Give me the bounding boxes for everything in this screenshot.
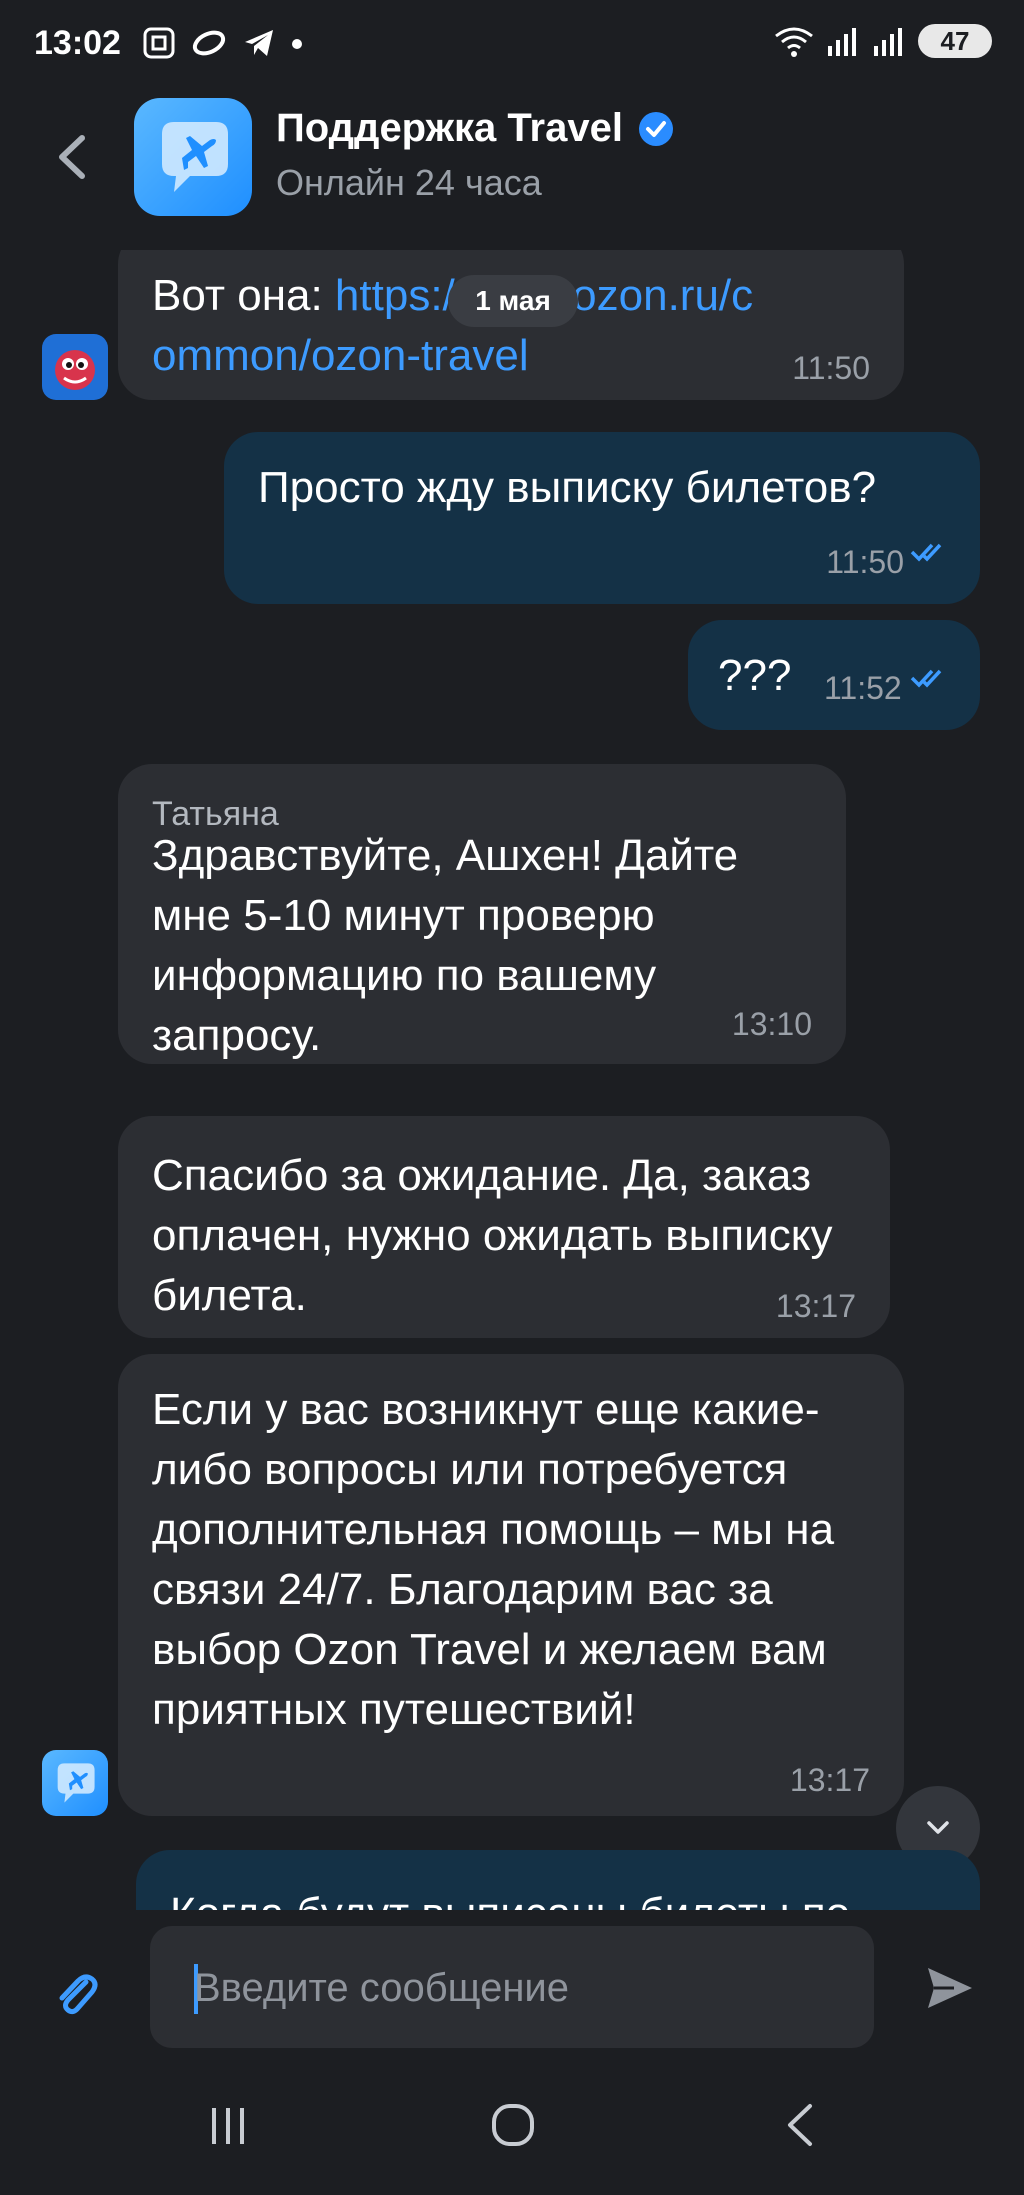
- status-bar: 13:02 47: [0, 0, 1024, 92]
- message-time: 11:52: [824, 670, 902, 706]
- screenshot-icon: [143, 27, 175, 59]
- message-bubble[interactable]: Если у вас возникнут еще какие-либо вопр…: [118, 1354, 904, 1816]
- back-nav-icon[interactable]: [784, 2102, 816, 2148]
- composer: Введите сообщение: [0, 1910, 1024, 2070]
- message-input[interactable]: Введите сообщение: [150, 1926, 874, 2048]
- date-chip: 1 мая: [448, 275, 578, 327]
- battery-level: 47: [940, 25, 970, 56]
- message-time: 13:17: [775, 1288, 856, 1324]
- signal-icon: [828, 28, 856, 56]
- telegram-icon: [245, 30, 273, 56]
- back-arrow-icon[interactable]: [52, 132, 92, 182]
- mascot-icon: [55, 350, 95, 390]
- message-text: Здравствуйте, Ашхен! Дайте мне 5-10 мину…: [152, 831, 739, 1060]
- battery-indicator: 47: [918, 24, 992, 58]
- chat-header: Поддержка Travel Онлайн 24 часа: [0, 92, 1024, 222]
- message-text: Если у вас возникнут еще какие-либо вопр…: [152, 1385, 835, 1734]
- attach-icon[interactable]: [50, 1968, 104, 2022]
- chat-title-text: Поддержка Travel: [276, 106, 623, 150]
- verified-badge-icon: [638, 111, 673, 146]
- chat-subtitle: Онлайн 24 часа: [276, 162, 542, 203]
- message-input-placeholder: Введите сообщение: [194, 1966, 569, 2010]
- message-text: Просто жду выписку билетов?: [258, 463, 877, 512]
- message-bubble[interactable]: Просто жду выписку билетов? 11:50: [224, 432, 980, 604]
- status-time: 13:02: [34, 24, 121, 62]
- bot-avatar: [42, 334, 108, 400]
- send-icon[interactable]: [924, 1962, 976, 2014]
- dot-icon: [292, 39, 302, 49]
- double-check-icon: [910, 543, 942, 562]
- message-text-prefix: Вот она:: [152, 271, 335, 320]
- chat-avatar[interactable]: [134, 98, 252, 216]
- message-time: 13:10: [731, 1006, 812, 1042]
- message-text: Спасибо за ожидание. Да, заказ оплачен, …: [152, 1151, 833, 1320]
- message-bubble[interactable]: Когда будут выписаны билеты по: [136, 1850, 980, 1910]
- wifi-icon: [775, 27, 813, 57]
- message-time: 11:50: [826, 544, 904, 580]
- chevron-down-icon: [927, 1821, 949, 1834]
- home-icon[interactable]: [490, 2102, 536, 2148]
- recent-apps-icon[interactable]: [206, 2104, 250, 2148]
- message-bubble[interactable]: Татьяна Здравствуйте, Ашхен! Дайте мне 5…: [118, 764, 846, 1064]
- chat-title: Поддержка Travel: [276, 106, 675, 151]
- airplane-chat-icon: [162, 122, 228, 192]
- system-navigation-bar: [0, 2070, 1024, 2195]
- message-time: 13:17: [789, 1762, 870, 1798]
- message-text: ???: [718, 651, 792, 700]
- airplane-chat-icon: [57, 1763, 95, 1803]
- message-time: 11:50: [792, 350, 870, 386]
- message-text: Когда будут выписаны билеты по: [170, 1884, 850, 1910]
- status-right-icons: 47: [774, 24, 992, 58]
- bot-avatar: [42, 1750, 108, 1816]
- status-left-icons: [142, 26, 304, 60]
- message-bubble[interactable]: Спасибо за ожидание. Да, заказ оплачен, …: [118, 1116, 890, 1338]
- double-check-icon: [910, 669, 942, 688]
- signal-icon-2: [874, 28, 902, 56]
- link-icon: [192, 30, 226, 56]
- message-bubble[interactable]: ??? 11:52: [688, 620, 980, 730]
- message-list[interactable]: Вот она: https://docs.ozon.ru/common/ozo…: [0, 250, 1024, 1910]
